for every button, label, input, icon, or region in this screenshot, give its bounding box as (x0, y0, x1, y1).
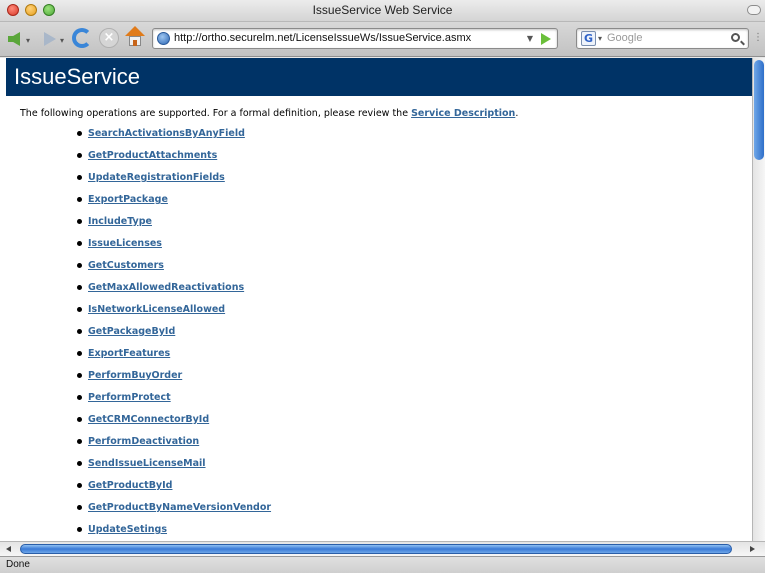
address-bar[interactable]: http://ortho.securelm.net/LicenseIssueWs… (152, 28, 558, 49)
operation-link[interactable]: GetPackageById (88, 326, 175, 337)
toolbar-toggle-button[interactable] (747, 5, 761, 15)
home-button[interactable] (124, 26, 146, 48)
operation-link[interactable]: IssueLicenses (88, 238, 162, 249)
bullet-icon (77, 175, 82, 180)
bullet-icon (77, 505, 82, 510)
bullet-icon (77, 307, 82, 312)
operation-link[interactable]: GetMaxAllowedReactivations (88, 282, 244, 293)
operation-link[interactable]: PerformDeactivation (88, 436, 199, 447)
bullet-icon (77, 197, 82, 202)
reload-button[interactable] (72, 28, 92, 48)
operation-link[interactable]: IsNetworkLicenseAllowed (88, 304, 225, 315)
operation-link[interactable]: ExportFeatures (88, 348, 170, 359)
vertical-scroll-thumb[interactable] (754, 60, 764, 160)
bullet-icon (77, 285, 82, 290)
window-title-bar: IssueService Web Service (0, 0, 765, 22)
status-text: Done (6, 559, 30, 570)
bullet-icon (77, 439, 82, 444)
window-title: IssueService Web Service (312, 3, 453, 17)
operation-link[interactable]: GetCRMConnectorById (88, 414, 209, 425)
search-bar[interactable]: G ▾ Google (576, 28, 749, 49)
browser-toolbar: ▾ ▾ × http://ortho.securelm.net/LicenseI… (0, 22, 765, 57)
intro-text: The following operations are supported. … (20, 108, 519, 119)
operation-link[interactable]: IncludeType (88, 216, 152, 227)
operation-link[interactable]: GetProductByNameVersionVendor (88, 502, 271, 513)
stop-button[interactable]: × (99, 28, 119, 48)
service-header: IssueService (6, 58, 752, 96)
bullet-icon (77, 131, 82, 136)
search-engine-icon[interactable]: G (581, 31, 596, 46)
scroll-left-arrow-icon[interactable] (6, 546, 11, 552)
back-button[interactable]: ▾ (6, 30, 34, 48)
scroll-right-arrow-icon[interactable] (750, 546, 755, 552)
bullet-icon (77, 461, 82, 466)
home-icon (125, 26, 145, 36)
bullet-icon (77, 417, 82, 422)
chevron-down-icon[interactable]: ▾ (60, 36, 64, 45)
toolbar-overflow-icon[interactable]: ⋮ (753, 32, 763, 43)
operation-link[interactable]: GetCustomers (88, 260, 164, 271)
page-title: IssueService (14, 64, 140, 89)
forward-arrow-icon (44, 32, 56, 46)
operation-link[interactable]: UpdateSetings (88, 524, 167, 535)
bullet-icon (77, 153, 82, 158)
bullet-icon (77, 241, 82, 246)
bullet-icon (77, 483, 82, 488)
bullet-icon (77, 527, 82, 532)
globe-icon (157, 32, 170, 45)
bullet-icon (77, 373, 82, 378)
operation-link[interactable]: ExportPackage (88, 194, 168, 205)
operation-link[interactable]: SearchActivationsByAnyField (88, 128, 245, 139)
back-arrow-icon (8, 32, 20, 46)
url-history-dropdown[interactable]: ▼ (527, 34, 533, 43)
chevron-down-icon[interactable]: ▾ (26, 36, 30, 45)
bullet-icon (77, 219, 82, 224)
operation-link[interactable]: PerformProtect (88, 392, 171, 403)
service-description-link[interactable]: Service Description (411, 108, 515, 119)
operation-link[interactable]: PerformBuyOrder (88, 370, 182, 381)
operation-link[interactable]: UpdateRegistrationFields (88, 172, 225, 183)
bullet-icon (77, 263, 82, 268)
page-content: IssueService The following operations ar… (0, 58, 752, 541)
vertical-scrollbar[interactable] (752, 58, 765, 541)
horizontal-scrollbar[interactable] (0, 541, 765, 556)
bullet-icon (77, 329, 82, 334)
go-button[interactable] (541, 33, 551, 45)
forward-button[interactable]: ▾ (38, 30, 66, 48)
operation-link[interactable]: GetProductById (88, 480, 172, 491)
chevron-down-icon[interactable]: ▾ (598, 34, 602, 43)
bullet-icon (77, 395, 82, 400)
search-input[interactable]: Google (607, 32, 642, 44)
search-icon[interactable] (731, 33, 740, 42)
url-input[interactable]: http://ortho.securelm.net/LicenseIssueWs… (174, 32, 471, 44)
bullet-icon (77, 351, 82, 356)
horizontal-scroll-thumb[interactable] (20, 544, 732, 554)
status-bar: Done (0, 556, 765, 573)
operation-link[interactable]: SendIssueLicenseMail (88, 458, 206, 469)
operation-link[interactable]: GetProductAttachments (88, 150, 217, 161)
